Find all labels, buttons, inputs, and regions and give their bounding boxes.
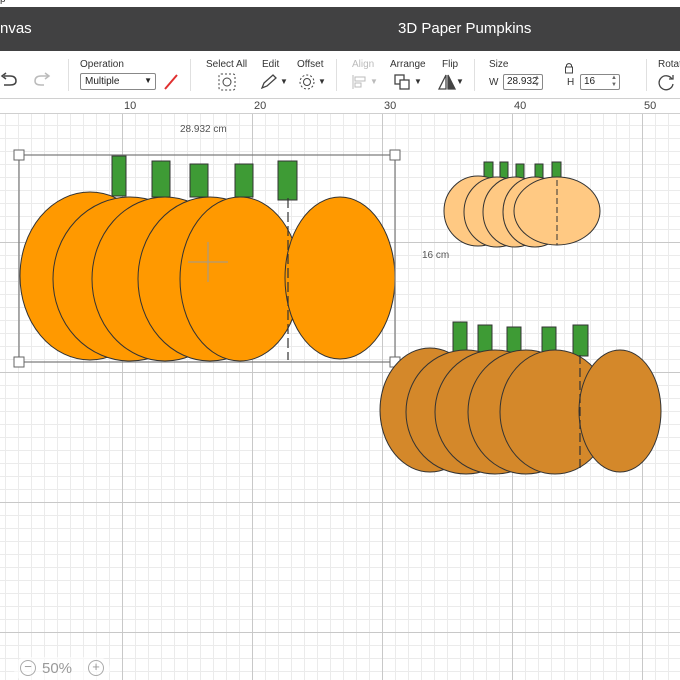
zoom-level: 50%	[42, 660, 73, 677]
stepper-icon[interactable]: ▲ ▼	[611, 75, 617, 89]
zoom-in-button[interactable]: +	[88, 660, 104, 676]
flip-icon[interactable]	[436, 73, 458, 91]
resize-handle	[389, 149, 401, 161]
design-canvas[interactable]: 28.932 cm 16 cm	[0, 114, 680, 680]
operation-value: Multiple	[85, 76, 120, 87]
height-dimension-label: 16 cm	[422, 250, 450, 261]
pumpkin-layer	[179, 196, 301, 362]
pencil-icon[interactable]	[258, 73, 280, 91]
pumpkin-stem	[111, 155, 127, 197]
toolbar-divider	[646, 59, 647, 91]
align-icon	[352, 75, 366, 89]
ruler-tick-label: 50	[644, 100, 657, 112]
lock-icon[interactable]	[564, 62, 574, 74]
arrange-icon[interactable]	[392, 73, 414, 91]
zoom-control: − 50% +	[14, 657, 110, 680]
resize-handle	[13, 356, 25, 368]
edit-toolbar: Operation Multiple ▼ Select All Edit ▼ O…	[0, 51, 680, 99]
chevron-down-icon: ▼	[370, 77, 378, 86]
redo-icon[interactable]	[30, 70, 52, 88]
chevron-down-icon: ▼	[280, 77, 288, 86]
ruler-tick-label: 40	[514, 100, 527, 112]
operation-select[interactable]: Multiple ▼	[80, 73, 156, 90]
rotate-icon[interactable]	[656, 73, 678, 91]
size-label: Size	[489, 59, 509, 70]
height-value: 16	[584, 76, 596, 87]
width-value: 28.932	[507, 76, 538, 87]
stepper-icon[interactable]: ▲ ▼	[534, 75, 540, 89]
width-field[interactable]: 28.932 ▲ ▼	[503, 74, 543, 90]
zoom-out-button[interactable]: −	[20, 660, 36, 676]
pumpkin-group-small[interactable]	[443, 161, 601, 248]
pumpkin-layer	[284, 196, 396, 360]
horizontal-ruler: 10 20 30 40 50	[0, 99, 680, 114]
pumpkin-layer	[578, 349, 662, 473]
resize-handle	[13, 149, 25, 161]
height-label: H	[567, 77, 575, 88]
project-title: 3D Paper Pumpkins	[398, 20, 532, 37]
pumpkin-stem	[452, 321, 468, 353]
align-label: Align	[352, 59, 375, 70]
canvas-tab-label[interactable]: nvas	[0, 20, 32, 37]
chevron-down-icon: ▼	[414, 77, 422, 86]
window-top-strip: p	[0, 0, 680, 7]
window-top-fragment: p	[0, 0, 6, 5]
linetype-color-icon[interactable]	[162, 73, 180, 91]
pumpkin-group-medium[interactable]	[379, 321, 662, 475]
operation-label: Operation	[80, 59, 124, 70]
pumpkin-stem	[572, 324, 589, 357]
select-all-label: Select All	[206, 59, 248, 70]
ruler-tick-label: 10	[124, 100, 137, 112]
toolbar-divider	[474, 59, 475, 91]
offset-icon[interactable]	[296, 73, 318, 91]
pumpkin-stem	[234, 163, 254, 198]
flip-label: Flip	[442, 59, 459, 70]
select-all-icon[interactable]	[216, 73, 238, 91]
pumpkin-stem	[477, 324, 493, 353]
chevron-down-icon: ▼	[144, 76, 152, 85]
arrange-label: Arrange	[390, 59, 426, 70]
toolbar-divider	[190, 59, 191, 91]
ruler-tick-label: 20	[254, 100, 267, 112]
edit-label: Edit	[262, 59, 280, 70]
rotate-label: Rotat	[658, 59, 680, 70]
canvas-artwork	[13, 149, 662, 475]
pumpkin-stem	[277, 160, 298, 201]
undo-icon[interactable]	[0, 70, 22, 88]
width-dimension-label: 28.932 cm	[180, 124, 227, 135]
pumpkin-stem	[151, 160, 171, 198]
width-label: W	[489, 77, 499, 88]
height-field[interactable]: 16 ▲ ▼	[580, 74, 620, 90]
title-bar: nvas 3D Paper Pumpkins	[0, 7, 680, 51]
chevron-down-icon: ▼	[318, 77, 326, 86]
offset-label: Offset	[297, 59, 324, 70]
ruler-tick-label: 30	[384, 100, 397, 112]
toolbar-divider	[336, 59, 337, 91]
chevron-down-icon: ▼	[456, 77, 464, 86]
pumpkin-stem	[189, 163, 209, 198]
toolbar-divider	[68, 59, 69, 91]
